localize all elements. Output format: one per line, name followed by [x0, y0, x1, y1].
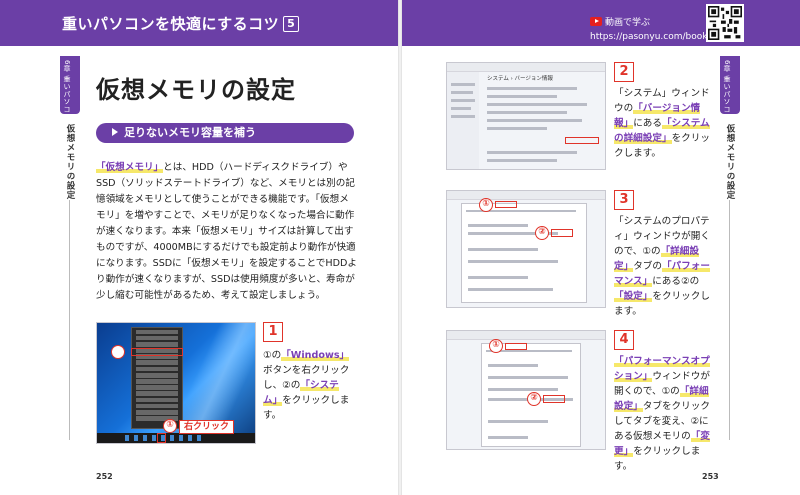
advanced-tab-highlight: [495, 201, 517, 208]
window-titlebar: [447, 191, 605, 200]
settings-sidebar: [447, 72, 479, 169]
youtube-icon: [590, 17, 602, 26]
subtitle-bar: 足りないメモリ容量を補う: [96, 123, 354, 143]
system-menu-highlight: [131, 348, 183, 356]
video-label: 動画で学ぶ: [605, 18, 651, 28]
settings-button-highlight: [551, 229, 573, 237]
windows-button-highlight: [157, 433, 166, 443]
change-button-highlight: [543, 395, 565, 403]
step-text-2: 「システム」ウィンドウの「バージョン情報」にある「システムの詳細設定」をクリック…: [614, 88, 710, 159]
right-click-label: 右クリック: [179, 420, 235, 434]
step-text-3: 「システムのプロパティ」ウィンドウが開くので、①の「詳細設定」タブの「パフォーマ…: [614, 216, 710, 317]
side-rule: [729, 200, 730, 440]
step-number-3: 3: [614, 190, 634, 210]
page-number-left: 252: [96, 472, 113, 481]
taskbar: [97, 433, 255, 443]
series-number: 5: [283, 16, 300, 32]
triangle-right-icon: [112, 128, 118, 136]
callout-badge-2: ②: [527, 392, 541, 406]
series-title: 重いパソコンを快適にするコツ 5: [62, 13, 300, 34]
window-title: システム › バージョン情報: [487, 76, 553, 82]
subtitle-text: 足りないメモリ容量を補う: [124, 126, 256, 139]
video-link[interactable]: 動画で学ぶ https://pasonyu.com/book632: [590, 10, 725, 42]
callout-badge-2: [111, 345, 125, 359]
system-properties-dialog: [461, 203, 587, 303]
callout-badge-1: ①: [163, 419, 177, 433]
step1-screenshot: ① 右クリック: [96, 322, 256, 444]
step-text-4: 「パフォーマンスオプション」ウィンドウが開くので、①の「詳細設定」タブをクリック…: [614, 356, 710, 472]
step-text-1: ①の「Windows」ボタンを右クリックし、②の「システム」をクリックします。: [263, 350, 350, 421]
step4-screenshot: ① ②: [446, 330, 606, 450]
chapter-tab-right: 6章 重いパソコンを快適にするコツ: [720, 56, 740, 180]
step2-screenshot: システム › バージョン情報: [446, 62, 606, 170]
step-number-2: 2: [614, 62, 634, 82]
step-number-1: 1: [263, 322, 283, 342]
step3-screenshot: ① ②: [446, 190, 606, 308]
body-text: とは、HDD（ハードディスクドライブ）やSSD（ソリッドステートドライブ）など、…: [96, 162, 357, 301]
side-rule: [69, 200, 70, 440]
callout-badge-1: ①: [489, 339, 503, 353]
video-url[interactable]: https://pasonyu.com/book632: [590, 32, 725, 42]
page-number-right: 253: [702, 472, 719, 481]
qr-code-icon: [706, 4, 744, 42]
window-titlebar: [447, 63, 605, 72]
chapter-tab-left: 6章 重いパソコンを快適にするコツ: [60, 56, 80, 180]
body-paragraph: 「仮想メモリ」とは、HDD（ハードディスクドライブ）やSSD（ソリッドステートド…: [96, 160, 358, 304]
section-label-right: 仮想メモリの設定: [725, 124, 735, 200]
advanced-settings-highlight: [565, 137, 599, 144]
highlight-term: 「仮想メモリ」: [96, 162, 164, 173]
section-label-left: 仮想メモリの設定: [65, 124, 75, 200]
callout-badge-2: ②: [535, 226, 549, 240]
window-titlebar: [447, 331, 605, 340]
advanced-tab-highlight: [505, 343, 527, 350]
page-title: 仮想メモリの設定: [96, 76, 296, 104]
step-number-4: 4: [614, 330, 634, 350]
context-menu: [131, 327, 183, 429]
callout-badge-1: ①: [479, 198, 493, 212]
series-title-text: 重いパソコンを快適にするコツ: [62, 15, 280, 33]
